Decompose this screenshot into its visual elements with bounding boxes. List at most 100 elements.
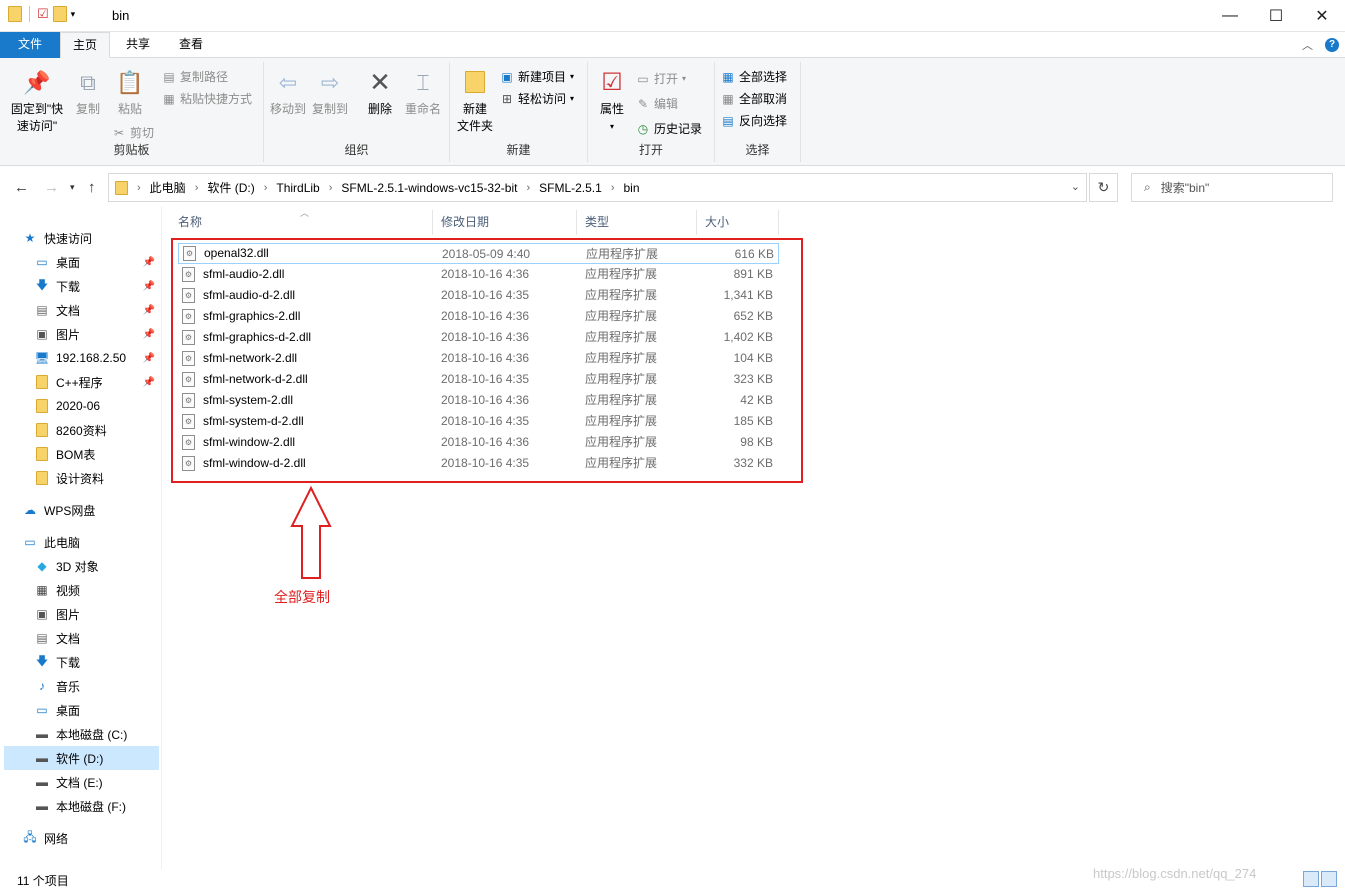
new-folder-icon	[459, 66, 491, 98]
group-label-open: 打开	[638, 143, 663, 157]
pane-divider[interactable]	[161, 207, 162, 870]
search-box[interactable]: ⌕ 搜索"bin"	[1131, 173, 1333, 202]
sidebar-item[interactable]: ▣ 图片	[4, 602, 159, 626]
select-all-button[interactable]: ▦ 全部选择	[721, 67, 787, 87]
pin-icon: 📌	[142, 256, 155, 268]
breadcrumb-item[interactable]: bin	[624, 181, 640, 195]
properties-button[interactable]: ☑ 属性 ▾	[592, 66, 632, 135]
breadcrumb-item[interactable]: ThirdLib	[276, 181, 319, 195]
sidebar-item[interactable]: 8260资料	[4, 418, 159, 442]
select-none-button[interactable]: ▦ 全部取消	[721, 89, 787, 109]
sidebar-item[interactable]: ☁ WPS网盘	[4, 498, 159, 522]
sidebar-item[interactable]: ★ 快速访问	[4, 226, 159, 250]
close-button[interactable]: ✕	[1299, 0, 1345, 32]
history-button[interactable]: ◷ 历史记录	[636, 119, 702, 139]
properties-check-icon[interactable]: ☑	[37, 6, 49, 22]
back-arrow-icon[interactable]: ←	[14, 179, 29, 196]
tab-file[interactable]: 文件	[0, 32, 60, 58]
history-icon: ◷	[637, 122, 649, 136]
column-date[interactable]: 修改日期	[433, 210, 577, 235]
delete-button[interactable]: ✕ 删除	[362, 66, 398, 118]
search-icon: ⌕	[1144, 180, 1151, 194]
up-arrow-icon[interactable]: ↑	[88, 179, 96, 196]
invert-selection-button[interactable]: ▤ 反向选择	[721, 111, 787, 131]
minimize-button[interactable]: —	[1207, 0, 1253, 32]
tab-share[interactable]: 共享	[112, 32, 164, 58]
column-size[interactable]: 大小	[697, 210, 779, 235]
recent-locations-icon[interactable]: ▾	[70, 182, 75, 193]
sidebar-item[interactable]: 🡇 下载 📌	[4, 274, 159, 298]
breadcrumb-separator[interactable]: ›	[195, 182, 199, 194]
maximize-button[interactable]: ☐	[1253, 0, 1299, 32]
edit-button[interactable]: ✎ 编辑	[636, 94, 678, 114]
details-view-icon[interactable]	[1303, 871, 1319, 887]
move-to-button[interactable]: ⇦ 移动到	[268, 66, 308, 118]
tab-home[interactable]: 主页	[60, 32, 110, 58]
copy-to-button[interactable]: ⇨ 复制到	[310, 66, 350, 118]
delete-label: 删除	[367, 102, 392, 116]
new-folder-button[interactable]: 新建 文件夹	[454, 66, 496, 135]
sidebar-item-label: 文档 (E:)	[56, 775, 103, 790]
cut-button[interactable]: ✂ 剪切	[112, 123, 154, 143]
sidebar-item[interactable]: 2020-06	[4, 394, 159, 418]
sidebar-item[interactable]: ▦ 视频	[4, 578, 159, 602]
sidebar-item[interactable]: BOM表	[4, 442, 159, 466]
copy-button[interactable]: ⧉ 复制	[70, 66, 106, 118]
breadcrumb-item[interactable]: SFML-2.5.1	[539, 181, 602, 195]
large-icons-view-icon[interactable]	[1321, 871, 1337, 887]
sidebar-item[interactable]: 🡇 下载	[4, 650, 159, 674]
breadcrumb-item[interactable]: SFML-2.5.1-windows-vc15-32-bit	[341, 181, 517, 195]
refresh-icon[interactable]: ↻	[1089, 173, 1118, 202]
breadcrumb-separator[interactable]: ›	[329, 182, 333, 194]
breadcrumb-separator[interactable]: ›	[264, 182, 268, 194]
folder-icon	[34, 423, 50, 437]
sidebar-item[interactable]: ▣ 图片 📌	[4, 322, 159, 346]
address-dropdown-icon[interactable]: ⌄	[1071, 180, 1080, 193]
column-name[interactable]: 名称	[170, 210, 433, 235]
new-folder-icon[interactable]	[52, 6, 67, 22]
sidebar-item[interactable]: ▬ 本地磁盘 (C:)	[4, 722, 159, 746]
sidebar-item[interactable]: 设计资料	[4, 466, 159, 490]
breadcrumb-separator[interactable]: ›	[611, 182, 615, 194]
customize-toolbar-icon[interactable]: ▾	[71, 9, 76, 20]
help-icon[interactable]: ?	[1325, 38, 1339, 52]
easy-access-button[interactable]: ⊞ 轻松访问 ▾	[500, 89, 574, 109]
sidebar-item[interactable]: ▬ 文档 (E:)	[4, 770, 159, 794]
sidebar-item[interactable]: ▤ 文档	[4, 626, 159, 650]
pin-icon: 📌	[142, 352, 155, 364]
paste-button[interactable]: 📋 粘贴	[112, 66, 148, 118]
address-bar[interactable]: › 此电脑 › 软件 (D:) › ThirdLib › SFML-2.5.1-window…	[108, 173, 1087, 202]
copy-path-button[interactable]: ▤ 复制路径	[162, 67, 228, 87]
breadcrumb-item[interactable]: 此电脑	[150, 179, 186, 196]
open-button[interactable]: ▭ 打开 ▾	[636, 69, 686, 89]
group-open: ☑ 属性 ▾ ▭ 打开 ▾ ✎ 编辑 ◷ 历史记录 打开	[588, 62, 715, 162]
sidebar-item[interactable]: ▤ 文档 📌	[4, 298, 159, 322]
pin-quick-access-button[interactable]: 📌 固定到"快 速访问"	[6, 66, 68, 135]
pin-label-line2: 速访问"	[16, 119, 58, 133]
collapse-ribbon-icon[interactable]: ︿	[1302, 37, 1313, 53]
sidebar-item[interactable]: ▬ 本地磁盘 (F:)	[4, 794, 159, 818]
sidebar-item[interactable]: 🖧 网络	[4, 826, 159, 850]
sidebar-item[interactable]: ◆ 3D 对象	[4, 554, 159, 578]
sidebar-item[interactable]: ▭ 此电脑	[4, 530, 159, 554]
delete-x-icon: ✕	[369, 66, 391, 97]
sidebar-item-label: 下载	[56, 655, 81, 670]
sidebar-item[interactable]: C++程序 📌	[4, 370, 159, 394]
sidebar-item-label: 音乐	[56, 679, 81, 694]
sidebar-item[interactable]: 🖥 192.168.2.50 📌	[4, 346, 159, 370]
rename-button[interactable]: ⌶ 重命名	[402, 66, 444, 118]
sidebar-item[interactable]: ▭ 桌面 📌	[4, 250, 159, 274]
sidebar-item[interactable]: ▭ 桌面	[4, 698, 159, 722]
paste-shortcut-button[interactable]: ▦ 粘贴快捷方式	[162, 89, 252, 109]
copy-path-icon: ▤	[163, 70, 175, 84]
column-type[interactable]: 类型	[577, 210, 697, 235]
new-item-icon: ▣	[501, 70, 513, 84]
breadcrumb-item[interactable]: 软件 (D:)	[207, 179, 254, 196]
sidebar-item[interactable]: ♪ 音乐	[4, 674, 159, 698]
new-item-button[interactable]: ▣ 新建项目 ▾	[500, 67, 574, 87]
forward-arrow-icon[interactable]: →	[44, 179, 59, 196]
sidebar-item[interactable]: ▬ 软件 (D:)	[4, 746, 159, 770]
breadcrumb-separator[interactable]: ›	[526, 182, 530, 194]
tab-view[interactable]: 查看	[166, 32, 216, 58]
edit-label: 编辑	[654, 97, 679, 111]
